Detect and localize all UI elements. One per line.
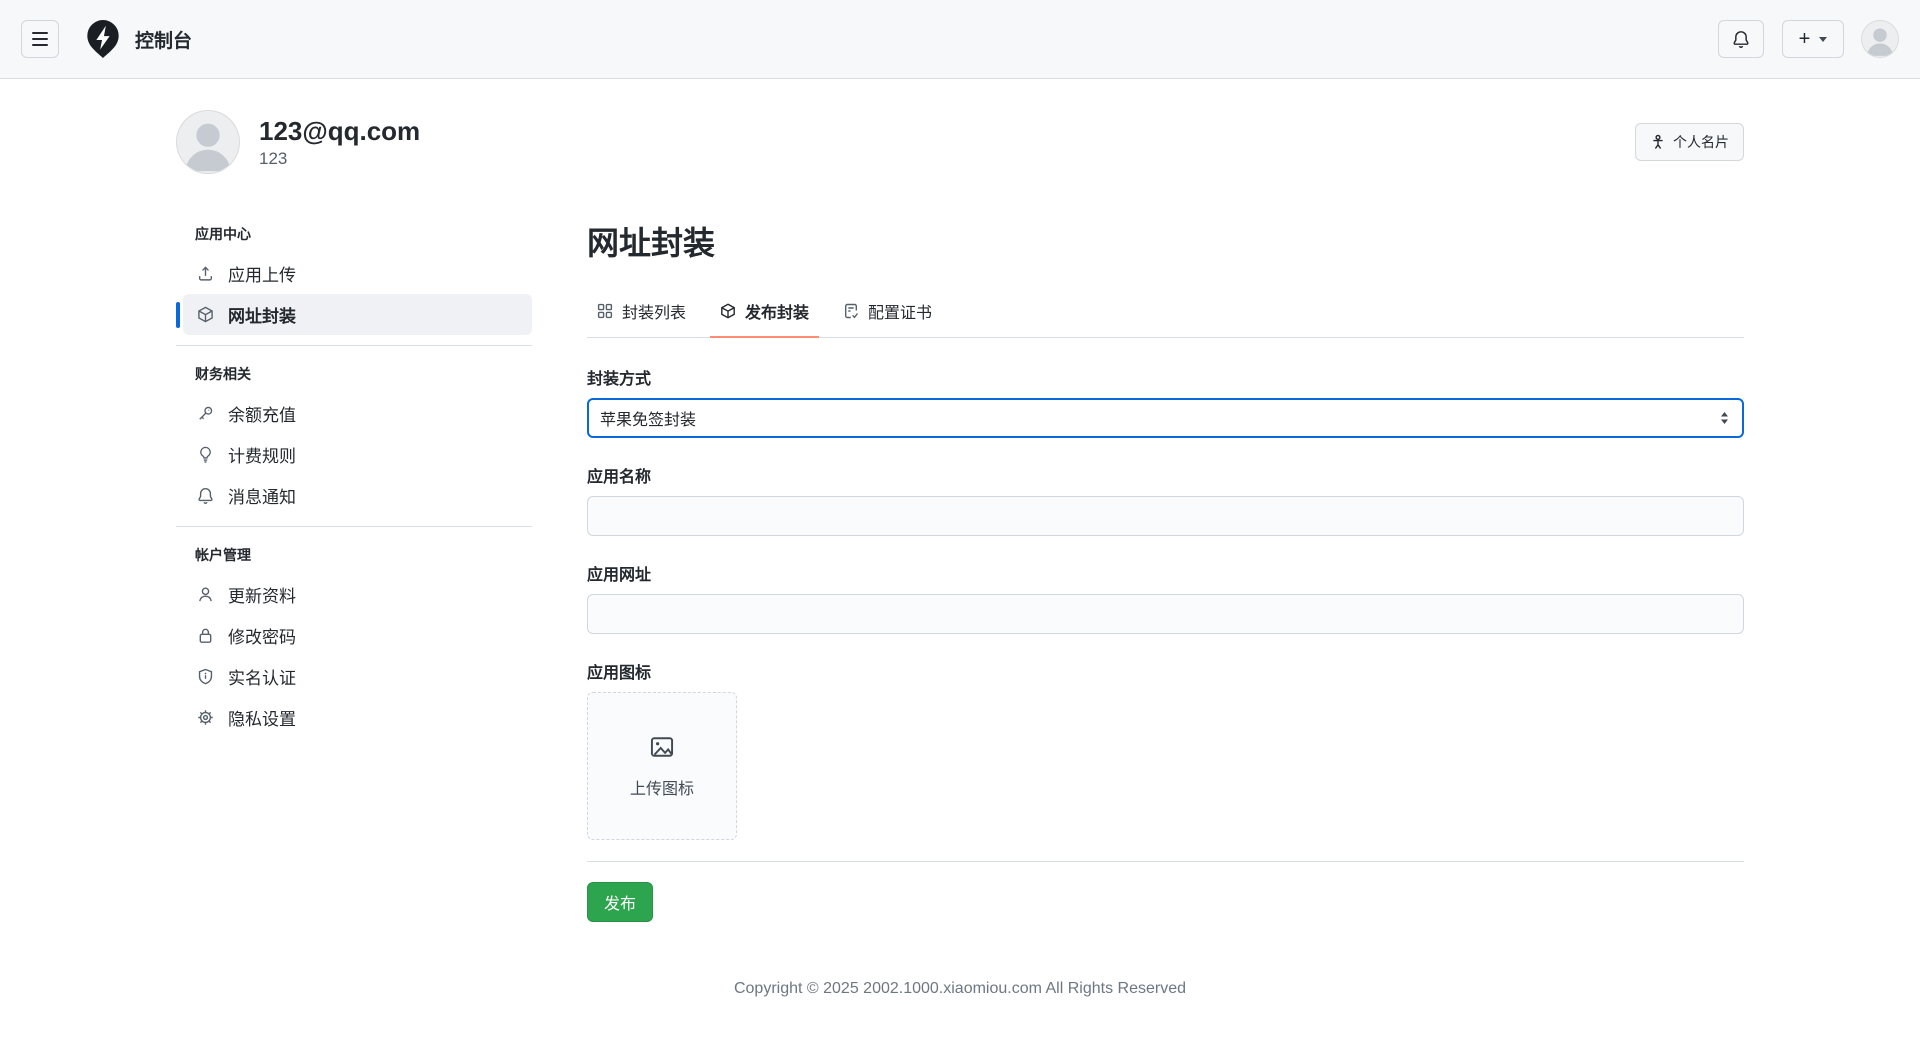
plus-icon: + [1799, 29, 1811, 49]
form-divider [587, 861, 1744, 862]
upload-icon-label: 上传图标 [630, 775, 694, 799]
personal-card-button[interactable]: 个人名片 [1635, 123, 1744, 161]
tab-configure-certificate[interactable]: 配置证书 [833, 291, 942, 338]
publish-form: 封装方式 苹果免签封装 应用名称 应用网址 应用图标 [587, 365, 1744, 922]
grid-icon [597, 303, 613, 319]
tab-publish-package[interactable]: 发布封装 [710, 291, 819, 338]
sidebar-item-realname-verification[interactable]: 实名认证 [183, 656, 532, 697]
profile-avatar [176, 110, 240, 174]
person-badge-icon [1650, 134, 1666, 150]
profile-email: 123@qq.com [259, 115, 420, 148]
tab-package-list[interactable]: 封装列表 [587, 291, 696, 338]
notifications-button[interactable] [1718, 20, 1764, 58]
tab-label: 封装列表 [622, 299, 686, 323]
sidebar-item-label: 消息通知 [228, 483, 296, 508]
package-icon [720, 303, 736, 319]
hamburger-menu-button[interactable] [21, 20, 59, 58]
sidebar-item-label: 网址封装 [228, 302, 296, 327]
sidebar-item-app-upload[interactable]: 应用上传 [183, 253, 532, 294]
sidebar-item-label: 实名认证 [228, 664, 296, 689]
page-title: 网址封装 [587, 218, 1744, 264]
sidebar-item-label: 修改密码 [228, 623, 296, 648]
sidebar-item-privacy-settings[interactable]: 隐私设置 [183, 697, 532, 738]
select-arrows-icon [1720, 412, 1729, 424]
certificate-icon [843, 303, 859, 319]
app-name-label: 应用名称 [587, 463, 1744, 487]
sidebar-item-label: 余额充值 [228, 401, 296, 426]
shield-icon [197, 668, 214, 685]
sidebar-item-billing-rules[interactable]: 计费规则 [183, 434, 532, 475]
image-icon [649, 734, 675, 760]
profile-username: 123 [259, 149, 420, 169]
person-icon [197, 586, 214, 603]
profile-header: 123@qq.com 123 个人名片 [176, 110, 1744, 174]
tab-navigation: 封装列表 发布封装 [587, 291, 1744, 338]
package-icon [197, 306, 214, 323]
tab-label: 发布封装 [745, 299, 809, 323]
create-new-button[interactable]: + [1782, 20, 1844, 58]
icon-upload-dropzone[interactable]: 上传图标 [587, 692, 737, 840]
sidebar-section-app-center: 应用中心 应用上传 [176, 216, 532, 346]
app-title: 控制台 [135, 26, 192, 53]
tab-label: 配置证书 [868, 299, 932, 323]
sidebar-section-title: 财务相关 [176, 356, 532, 393]
sidebar-item-label: 更新资料 [228, 582, 296, 607]
app-icon-label: 应用图标 [587, 659, 1744, 683]
personal-card-label: 个人名片 [1673, 132, 1729, 152]
upload-icon [197, 265, 214, 282]
chevron-down-icon [1819, 37, 1827, 42]
bell-icon [1732, 30, 1750, 48]
sidebar-section-account: 帐户管理 更新资料 [176, 537, 532, 748]
bell-icon [197, 487, 214, 504]
publish-button[interactable]: 发布 [587, 882, 653, 922]
app-header: 控制台 + [0, 0, 1920, 79]
sidebar-item-change-password[interactable]: 修改密码 [183, 615, 532, 656]
sidebar-nav: 应用中心 应用上传 [176, 216, 532, 758]
sidebar-item-notifications[interactable]: 消息通知 [183, 475, 532, 516]
sidebar-section-title: 应用中心 [176, 216, 532, 253]
sidebar-item-balance-recharge[interactable]: 余额充值 [183, 393, 532, 434]
sidebar-item-update-profile[interactable]: 更新资料 [183, 574, 532, 615]
main-content: 网址封装 封装列表 [587, 216, 1744, 922]
hamburger-icon [32, 32, 48, 46]
key-icon [197, 405, 214, 422]
app-name-input[interactable] [587, 496, 1744, 536]
gear-icon [197, 709, 214, 726]
sidebar-section-title: 帐户管理 [176, 537, 532, 574]
sidebar-section-finance: 财务相关 余额充值 [176, 356, 532, 527]
sidebar-item-label: 应用上传 [228, 261, 296, 286]
brand-lightning-pin-logo [84, 18, 122, 60]
lightbulb-icon [197, 446, 214, 463]
sidebar-item-label: 隐私设置 [228, 705, 296, 730]
app-url-input[interactable] [587, 594, 1744, 634]
app-url-label: 应用网址 [587, 561, 1744, 585]
sidebar-item-label: 计费规则 [228, 442, 296, 467]
lock-icon [197, 627, 214, 644]
sidebar-item-url-packaging[interactable]: 网址封装 [183, 294, 532, 335]
package-method-value: 苹果免签封装 [600, 406, 696, 430]
copyright-footer: Copyright © 2025 2002.1000.xiaomiou.com … [0, 980, 1920, 998]
header-avatar[interactable] [1861, 20, 1899, 58]
package-method-label: 封装方式 [587, 365, 1744, 389]
package-method-select[interactable]: 苹果免签封装 [587, 398, 1744, 438]
